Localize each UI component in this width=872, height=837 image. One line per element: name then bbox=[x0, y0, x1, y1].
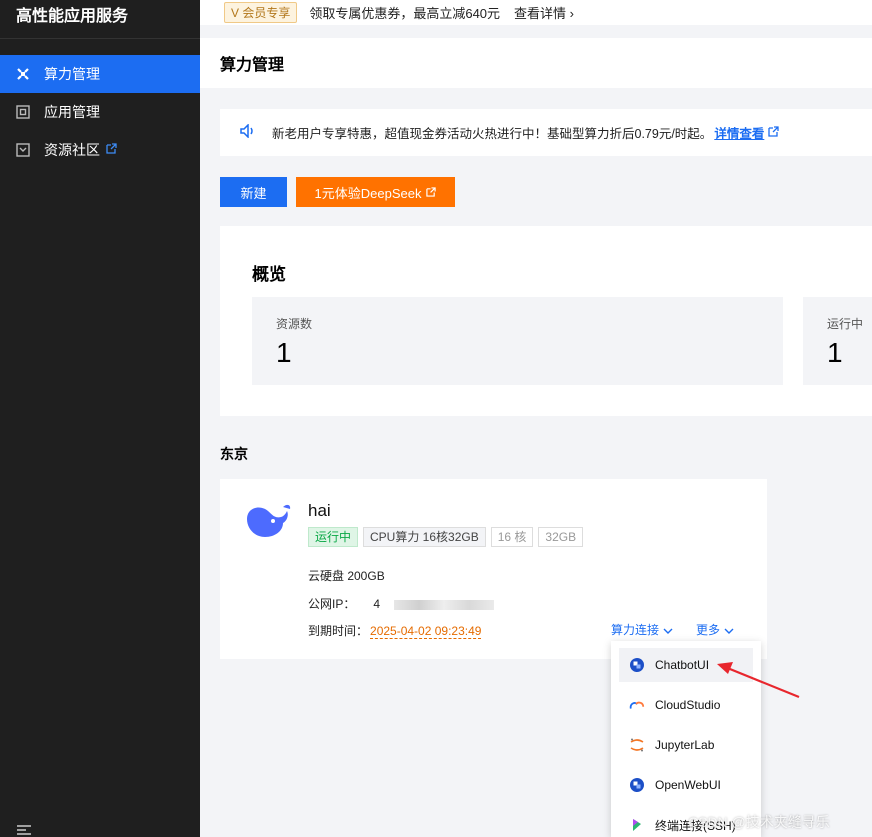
sidebar-divider bbox=[0, 38, 200, 39]
sidebar-item-apps[interactable]: 应用管理 bbox=[0, 93, 200, 131]
collapse-menu-icon[interactable] bbox=[16, 823, 32, 835]
spec-tag: CPU算力 16核32GB bbox=[363, 527, 486, 547]
openwebui-icon bbox=[629, 777, 645, 793]
expire-info: 到期时间： 2025-04-02 09:23:49 bbox=[308, 622, 482, 639]
sidebar-item-label: 应用管理 bbox=[44, 104, 100, 120]
chatbotui-icon bbox=[629, 657, 645, 673]
sidebar-item-label: 资源社区 bbox=[44, 142, 100, 158]
external-link-icon bbox=[768, 125, 779, 140]
sidebar-title: 高性能应用服务 bbox=[16, 8, 129, 25]
ssh-icon bbox=[629, 817, 645, 833]
promo-text: 领取专属优惠券，最高立减640元 bbox=[309, 6, 501, 21]
chevron-down-icon bbox=[724, 623, 734, 637]
stat-label: 资源数 bbox=[276, 317, 313, 331]
dropdown-item-openwebui[interactable]: OpenWebUI bbox=[619, 768, 753, 802]
stat-value: 1 bbox=[827, 337, 843, 368]
stat-resource-count: 资源数 1 bbox=[252, 297, 783, 385]
expire-time[interactable]: 2025-04-02 09:23:49 bbox=[370, 624, 482, 639]
status-badge: 运行中 bbox=[308, 527, 359, 547]
deepseek-trial-label: 1元体验DeepSeek bbox=[314, 185, 422, 201]
instance-tags: 运行中 CPU算力 16核32GB 16 核 32GB bbox=[308, 527, 584, 547]
instance-name[interactable]: hai bbox=[308, 501, 331, 521]
notice-banner: 新老用户专享特惠，超值现金券活动火热进行中！基础型算力折后0.79元/时起。 详… bbox=[220, 109, 872, 156]
overview-panel: 概览 资源数 1 运行中 1 bbox=[220, 226, 872, 416]
instance-card: hai 运行中 CPU算力 16核32GB 16 核 32GB 云硬盘 200G… bbox=[220, 479, 767, 659]
sidebar: 高性能应用服务 算力管理 应用管理 资源社区 bbox=[0, 0, 200, 837]
stat-value: 1 bbox=[276, 337, 292, 368]
more-menu[interactable]: 更多 bbox=[696, 621, 734, 638]
stat-running-count: 运行中 1 bbox=[803, 297, 872, 385]
sidebar-item-label: 算力管理 bbox=[44, 66, 100, 82]
vip-badge: V 会员专享 bbox=[224, 2, 298, 23]
promo-link[interactable]: 查看详情 › bbox=[514, 3, 574, 22]
compute-connect-menu[interactable]: 算力连接 bbox=[611, 621, 673, 638]
annotation-arrow-icon bbox=[717, 662, 800, 699]
more-label: 更多 bbox=[696, 623, 721, 637]
ip-info: 公网IP： 4 bbox=[308, 595, 495, 612]
community-icon bbox=[16, 143, 30, 157]
chevron-down-icon bbox=[663, 623, 673, 637]
jupyter-icon bbox=[629, 737, 645, 753]
dropdown-item-jupyterlab[interactable]: JupyterLab bbox=[619, 728, 753, 762]
cloudstudio-icon bbox=[629, 697, 645, 713]
ip-label: 公网IP： bbox=[308, 597, 356, 611]
page-title: 算力管理 bbox=[220, 57, 285, 74]
promo-bar: V 会员专享 领取专属优惠券，最高立减640元 查看详情 › bbox=[200, 0, 872, 25]
external-link-icon bbox=[426, 187, 437, 197]
disk-info: 云硬盘 200GB bbox=[308, 569, 385, 583]
dropdown-item-label: JupyterLab bbox=[655, 738, 715, 752]
overview-title: 概览 bbox=[252, 265, 286, 284]
expire-label: 到期时间： bbox=[308, 624, 369, 638]
dropdown-item-label: OpenWebUI bbox=[655, 778, 721, 792]
page-title-bar: 算力管理 bbox=[200, 38, 872, 88]
sidebar-item-community[interactable]: 资源社区 bbox=[0, 131, 200, 169]
new-button[interactable]: 新建 bbox=[220, 177, 287, 207]
deepseek-trial-button[interactable]: 1元体验DeepSeek bbox=[296, 177, 455, 207]
compute-connect-label: 算力连接 bbox=[611, 623, 660, 637]
stat-label: 运行中 bbox=[827, 317, 864, 331]
notice-text: 新老用户专享特惠，超值现金券活动火热进行中！基础型算力折后0.79元/时起。 bbox=[272, 127, 713, 141]
region-title: 东京 bbox=[220, 446, 248, 462]
speaker-icon bbox=[240, 123, 256, 141]
dropdown-item-label: CloudStudio bbox=[655, 698, 721, 712]
external-link-icon bbox=[106, 143, 117, 157]
sidebar-item-compute[interactable]: 算力管理 bbox=[0, 55, 200, 93]
ip-redacted bbox=[394, 599, 495, 610]
app-icon bbox=[16, 105, 30, 119]
cores-tag: 16 核 bbox=[490, 527, 534, 547]
ip-value: 4 bbox=[373, 597, 381, 611]
watermark: CSDN @技术夹缝寻乐 bbox=[688, 814, 830, 830]
notice-detail-link[interactable]: 详情查看 bbox=[714, 123, 764, 142]
compute-icon bbox=[16, 67, 30, 81]
deepseek-whale-icon bbox=[243, 501, 293, 541]
dropdown-item-label: ChatbotUI bbox=[655, 658, 710, 672]
memory-tag: 32GB bbox=[538, 527, 584, 547]
